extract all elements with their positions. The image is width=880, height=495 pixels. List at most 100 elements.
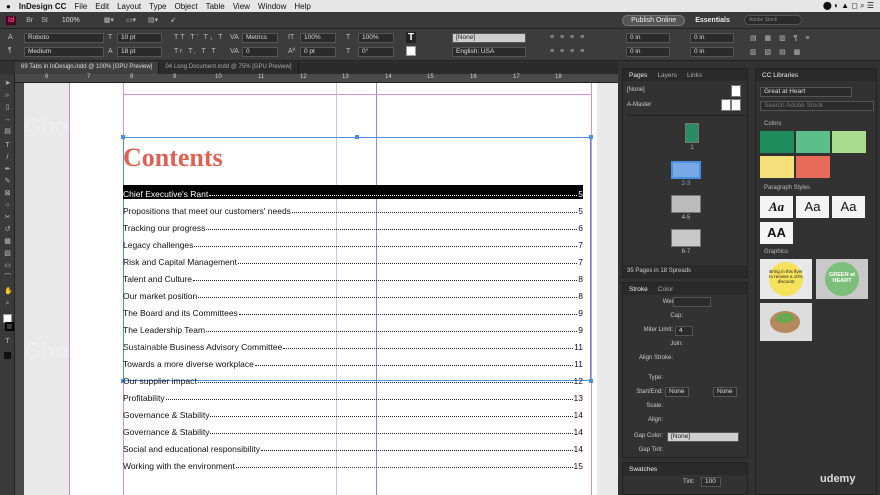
menu-help[interactable]: Help: [294, 2, 310, 11]
justify-buttons[interactable]: ≡ ≡ ≡ ≡: [550, 48, 586, 55]
toc-entry[interactable]: Profitability 13: [123, 389, 583, 403]
frame-handle[interactable]: [589, 135, 593, 139]
font-style-field[interactable]: Medium: [24, 47, 104, 57]
style-buttons[interactable]: Tr T, T T: [174, 48, 218, 55]
apple-icon[interactable]: ●: [6, 2, 11, 11]
zoom-level[interactable]: 100%: [62, 17, 80, 24]
hand-tool-icon[interactable]: ✋: [4, 288, 13, 295]
toc-entry[interactable]: Propositions that meet our customers' ne…: [123, 202, 583, 216]
logo-graphic[interactable]: GREEN at HEART: [816, 259, 868, 299]
a-master[interactable]: A-Master: [627, 102, 651, 108]
tab-color[interactable]: Color: [658, 286, 674, 293]
graphics-section[interactable]: Graphics: [764, 249, 788, 255]
paragraph-style-tile[interactable]: Aa: [796, 196, 829, 218]
toc-entry[interactable]: Our market position 8: [123, 287, 583, 301]
start-field[interactable]: None: [665, 387, 689, 397]
scissors-icon[interactable]: ✂: [4, 214, 11, 221]
menu-file[interactable]: File: [74, 2, 87, 11]
toc-entry[interactable]: Chief Executive's Rant 5: [123, 185, 583, 199]
case-buttons[interactable]: TT T' T₁ T: [174, 34, 224, 41]
language-field[interactable]: English: USA: [452, 47, 526, 57]
toc-entry[interactable]: The Board and its Committees 9: [123, 304, 583, 318]
screen-mode-icon[interactable]: ▭▾: [126, 16, 136, 24]
arrange-icon[interactable]: ▤▾: [148, 16, 158, 24]
toc-entry[interactable]: Our supplier impact 12: [123, 372, 583, 386]
skew-field[interactable]: 0°: [358, 47, 394, 57]
menu-table[interactable]: Table: [206, 2, 225, 11]
pen-tool-icon[interactable]: ✒: [4, 166, 11, 173]
baseline-shift-field[interactable]: 0 pt: [300, 47, 336, 57]
font-family-field[interactable]: Roboto: [24, 33, 104, 43]
direct-selection-icon[interactable]: ▹: [4, 92, 11, 99]
paragraph-styles-section[interactable]: Paragraph Styles: [764, 185, 810, 191]
cc-libraries-title[interactable]: CC Libraries: [762, 72, 798, 79]
column-icons[interactable]: ▥ ▧ ▤ ▦: [750, 48, 803, 56]
color-swatch[interactable]: [832, 131, 866, 153]
tab-tabs-in-indesign[interactable]: 69 Tabs in InDesign.indd @ 100% [GPU Pre…: [15, 62, 160, 74]
end-field[interactable]: None: [713, 387, 737, 397]
toc-entry[interactable]: The Leadership Team 9: [123, 321, 583, 335]
toc-entry[interactable]: Risk and Capital Management 7: [123, 253, 583, 267]
color-swatch[interactable]: [796, 131, 830, 153]
tab-layers[interactable]: Layers: [657, 72, 677, 79]
char-mode-icon[interactable]: A: [8, 34, 13, 41]
page-tool-icon[interactable]: ▯: [4, 104, 11, 111]
content-collector-icon[interactable]: ▤: [4, 128, 11, 135]
screen-mode-icon[interactable]: [4, 352, 11, 359]
toc-entry[interactable]: Governance & Stability 14: [123, 423, 583, 437]
frame-handle[interactable]: [589, 379, 593, 383]
color-swatch[interactable]: [760, 156, 794, 178]
line-tool-icon[interactable]: /: [4, 154, 11, 161]
gap-tool-icon[interactable]: ↔: [4, 116, 11, 123]
none-master[interactable]: [None]: [627, 87, 645, 93]
more-options-icons[interactable]: ▤ ▦ ▥ ¶ ≡: [750, 34, 812, 42]
spread-4-5-thumb[interactable]: [671, 195, 701, 213]
a-master-thumb-right[interactable]: [731, 99, 741, 111]
type-tool-icon[interactable]: T: [4, 142, 11, 149]
menu-window[interactable]: Window: [258, 2, 286, 11]
zoom-tool-icon[interactable]: ⌕: [4, 300, 11, 307]
weight-field[interactable]: [673, 297, 711, 307]
tab-stroke[interactable]: Stroke: [629, 286, 648, 293]
pencil-tool-icon[interactable]: ✎: [4, 178, 11, 185]
a-master-thumb-left[interactable]: [721, 99, 731, 111]
space-after-field[interactable]: 0 in: [690, 47, 734, 57]
eyedropper-icon[interactable]: ⌒: [4, 274, 11, 281]
frame-tool-icon[interactable]: ⊠: [4, 190, 11, 197]
first-line-indent-field[interactable]: 0 in: [626, 47, 670, 57]
left-indent-field[interactable]: 0 in: [626, 33, 670, 43]
colors-section[interactable]: Colors: [764, 121, 781, 127]
toc-entry[interactable]: Talent and Culture 8: [123, 270, 583, 284]
contents-title[interactable]: Contents: [123, 143, 223, 173]
spread-2-3-thumb[interactable]: [671, 161, 701, 179]
vertical-scale-field[interactable]: 100%: [300, 33, 336, 43]
align-buttons[interactable]: ≡ ≡ ≡ ≡: [550, 34, 586, 41]
paragraph-style-tile[interactable]: AA: [760, 222, 793, 244]
library-search[interactable]: Search Adobe Stock: [760, 101, 874, 111]
character-style-field[interactable]: [None]: [452, 33, 526, 43]
miter-field[interactable]: 4: [675, 326, 693, 336]
gpu-icon[interactable]: ➹: [170, 16, 176, 24]
transform-tool-icon[interactable]: ↺: [4, 226, 11, 233]
note-tool-icon[interactable]: ▭: [4, 262, 11, 269]
toc-entry[interactable]: Towards a more diverse workplace 11: [123, 355, 583, 369]
menu-object[interactable]: Object: [174, 2, 197, 11]
font-size-field[interactable]: 10 pt: [117, 33, 162, 43]
para-mode-icon[interactable]: ¶: [8, 47, 12, 54]
app-menu[interactable]: InDesign CC: [19, 2, 67, 11]
horizontal-scale-field[interactable]: 100%: [358, 33, 394, 43]
space-before-field[interactable]: 0 in: [690, 33, 734, 43]
flyer-graphic[interactable]: Bring in this flyer to receive a 10% dis…: [760, 259, 812, 299]
color-swatch[interactable]: [796, 156, 830, 178]
stroke-none-icon[interactable]: [406, 46, 416, 56]
toc-entry[interactable]: Governance & Stability 14: [123, 406, 583, 420]
ellipse-tool-icon[interactable]: ○: [4, 202, 11, 209]
bridge-icon[interactable]: Br: [26, 17, 33, 24]
food-photo-graphic[interactable]: [760, 303, 812, 341]
menu-edit[interactable]: Edit: [95, 2, 109, 11]
stock-icon[interactable]: St: [41, 17, 48, 24]
paragraph-style-tile[interactable]: Aa: [832, 196, 865, 218]
stock-search-input[interactable]: Adobe Stock: [743, 15, 802, 25]
color-swatch[interactable]: [760, 131, 794, 153]
tint-field[interactable]: 100: [701, 477, 721, 487]
